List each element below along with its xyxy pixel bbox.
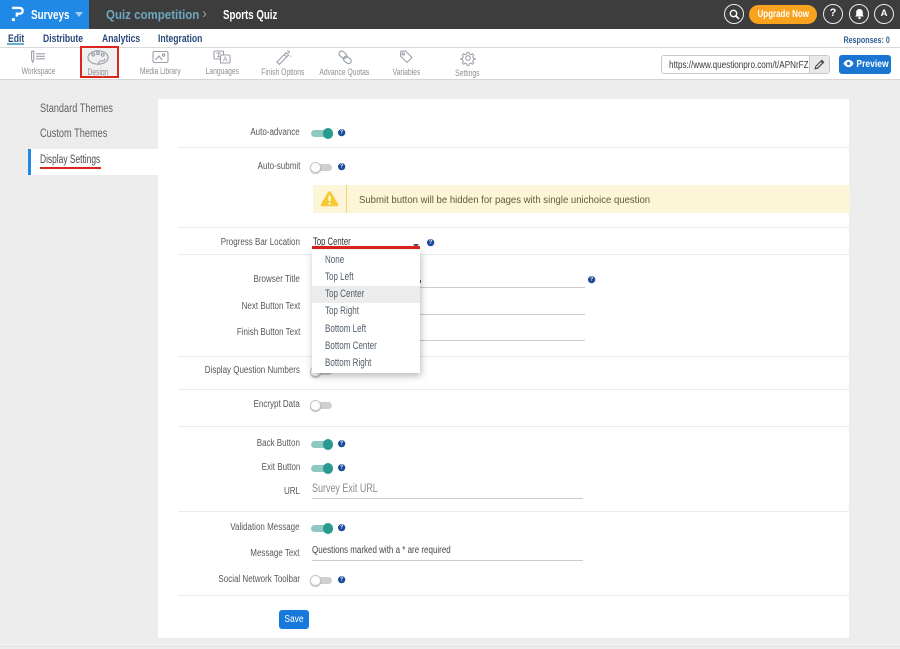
svg-text:A: A	[223, 57, 228, 64]
